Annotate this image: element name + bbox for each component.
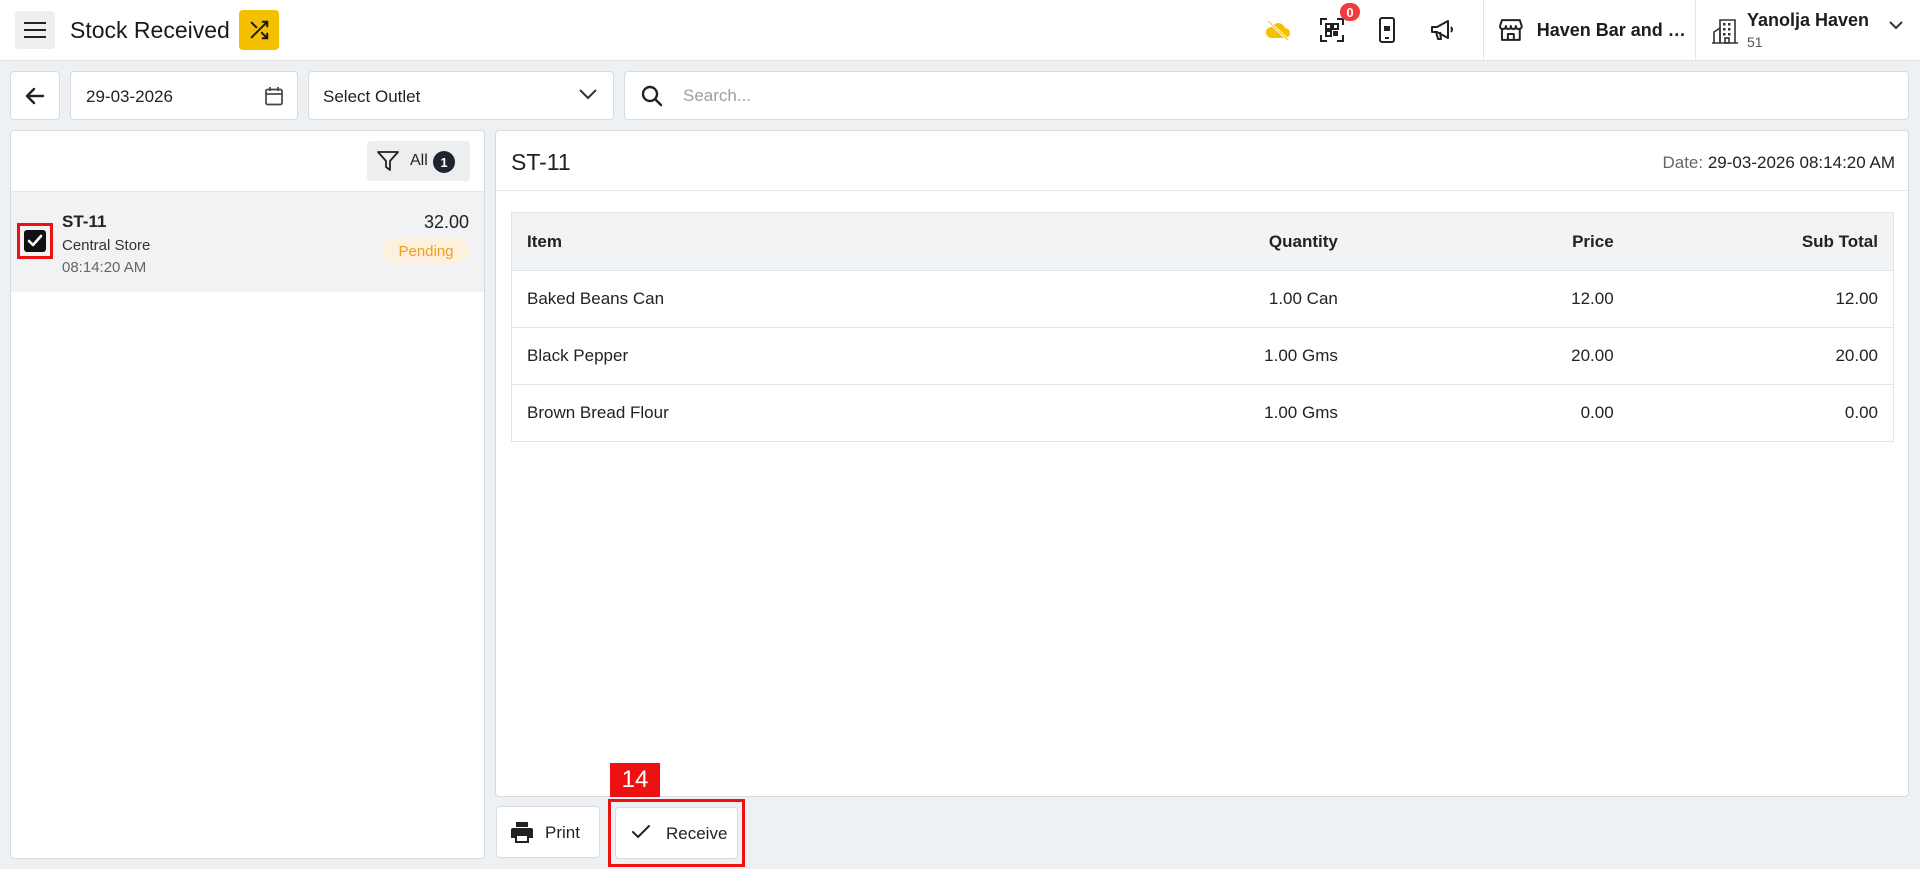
store-icon — [1498, 19, 1523, 41]
check-icon — [632, 825, 650, 838]
item-checkbox[interactable] — [24, 230, 46, 252]
print-button[interactable]: Print — [496, 806, 600, 858]
back-button[interactable] — [10, 71, 60, 120]
filter-button[interactable]: All 1 — [367, 141, 470, 181]
search-box[interactable] — [624, 71, 1909, 120]
cell-subtotal: 12.00 — [1628, 270, 1894, 328]
column-header-subtotal: Sub Total — [1628, 212, 1894, 271]
cell-price: 0.00 — [1580, 403, 1614, 422]
chevron-down-icon — [579, 89, 597, 100]
column-header-item: Item — [511, 212, 1078, 271]
cell-item: Brown Bread Flour — [527, 403, 669, 422]
highlight-frame — [17, 223, 53, 259]
column-header-quantity: Quantity — [1077, 212, 1353, 271]
page-title: Stock Received — [70, 17, 230, 43]
item-code: ST-11 — [62, 212, 107, 231]
notification-badge: 0 — [1340, 3, 1360, 21]
highlight-frame: Receive — [608, 799, 745, 867]
cell-price: 20.00 — [1352, 327, 1629, 385]
search-input[interactable] — [683, 82, 1883, 110]
date-picker[interactable]: 29-03-2026 — [70, 71, 298, 120]
date-value: 29-03-2026 — [86, 87, 173, 106]
shuffle-icon — [250, 20, 269, 40]
receive-button[interactable]: Receive — [615, 807, 738, 859]
cell-subtotal: 20.00 — [1628, 327, 1894, 385]
detail-title: ST-11 — [511, 149, 571, 175]
printer-icon — [511, 822, 533, 843]
cloud-offline-icon[interactable] — [1262, 14, 1294, 46]
table-header-row: Item Quantity Price Sub Total — [511, 212, 1894, 271]
cell-item: Baked Beans Can — [511, 270, 1078, 328]
property-name: Yanolja Haven — [1747, 10, 1870, 30]
item-store: Central Store — [62, 237, 151, 254]
cell-quantity: 1.00 Gms — [1264, 403, 1338, 422]
app-header: Stock Received 0 Haven Bar and R... Yano… — [0, 0, 1920, 61]
receive-label: Receive — [666, 824, 728, 843]
property-id: 51 — [1747, 34, 1763, 50]
table-row: Black Pepper 1.00 Gms 20.00 20.00 — [511, 327, 1894, 385]
calendar-icon[interactable] — [264, 86, 284, 106]
hamburger-icon — [24, 22, 46, 38]
cell-quantity: 1.00 Gms — [1077, 327, 1353, 385]
menu-button[interactable] — [15, 11, 55, 49]
check-icon — [27, 234, 43, 247]
table-row: Brown Bread Flour 1.00 Gms 0.00 0.00 — [512, 385, 1894, 442]
filter-label: All — [410, 152, 428, 169]
step-marker: 14 — [610, 763, 660, 797]
cell-subtotal: 0.00 — [1844, 403, 1878, 422]
chevron-down-icon — [1889, 21, 1903, 30]
list-item[interactable]: ST-11 Central Store 08:14:20 AM 32.00 Pe… — [11, 191, 484, 292]
item-time: 08:14:20 AM — [62, 259, 147, 276]
outlet-selector[interactable]: Haven Bar and R... — [1483, 0, 1695, 60]
print-label: Print — [545, 823, 580, 842]
items-table: Item Quantity Price Sub Total Baked Bean… — [511, 212, 1894, 442]
detail-date: Date: 29-03-2026 08:14:20 AM — [1662, 153, 1895, 173]
column-header-price: Price — [1352, 212, 1629, 271]
outlet-dropdown[interactable]: Select Outlet — [308, 71, 614, 120]
divider — [496, 190, 1908, 191]
property-selector[interactable]: Yanolja Haven 51 — [1710, 0, 1920, 60]
megaphone-icon[interactable] — [1426, 14, 1458, 46]
status-badge: Pending — [383, 238, 469, 264]
switch-module-button[interactable] — [239, 10, 279, 50]
cell-item: Black Pepper — [511, 327, 1078, 385]
date-value: 29-03-2026 08:14:20 AM — [1707, 153, 1895, 172]
search-icon — [641, 85, 663, 107]
arrow-left-icon — [25, 87, 45, 104]
cell-quantity: 1.00 Can — [1077, 270, 1353, 328]
item-amount: 32.00 — [423, 212, 469, 232]
table-row: Baked Beans Can 1.00 Can 12.00 12.00 — [511, 270, 1894, 328]
filter-icon — [377, 151, 399, 171]
filter-count-badge: 1 — [433, 151, 455, 173]
date-label: Date: — [1662, 153, 1704, 172]
outlet-name: Haven Bar and R... — [1536, 19, 1695, 40]
cell-price: 12.00 — [1352, 270, 1629, 328]
stock-detail-panel: ST-11 Date: 29-03-2026 08:14:20 AM Item … — [495, 130, 1909, 797]
mobile-device-icon[interactable] — [1371, 14, 1403, 46]
header-divider — [1695, 0, 1696, 60]
stock-list-panel: All 1 ST-11 Central Store 08:14:20 AM 32… — [10, 130, 485, 859]
outlet-dropdown-value: Select Outlet — [323, 87, 421, 106]
building-icon — [1712, 19, 1738, 44]
